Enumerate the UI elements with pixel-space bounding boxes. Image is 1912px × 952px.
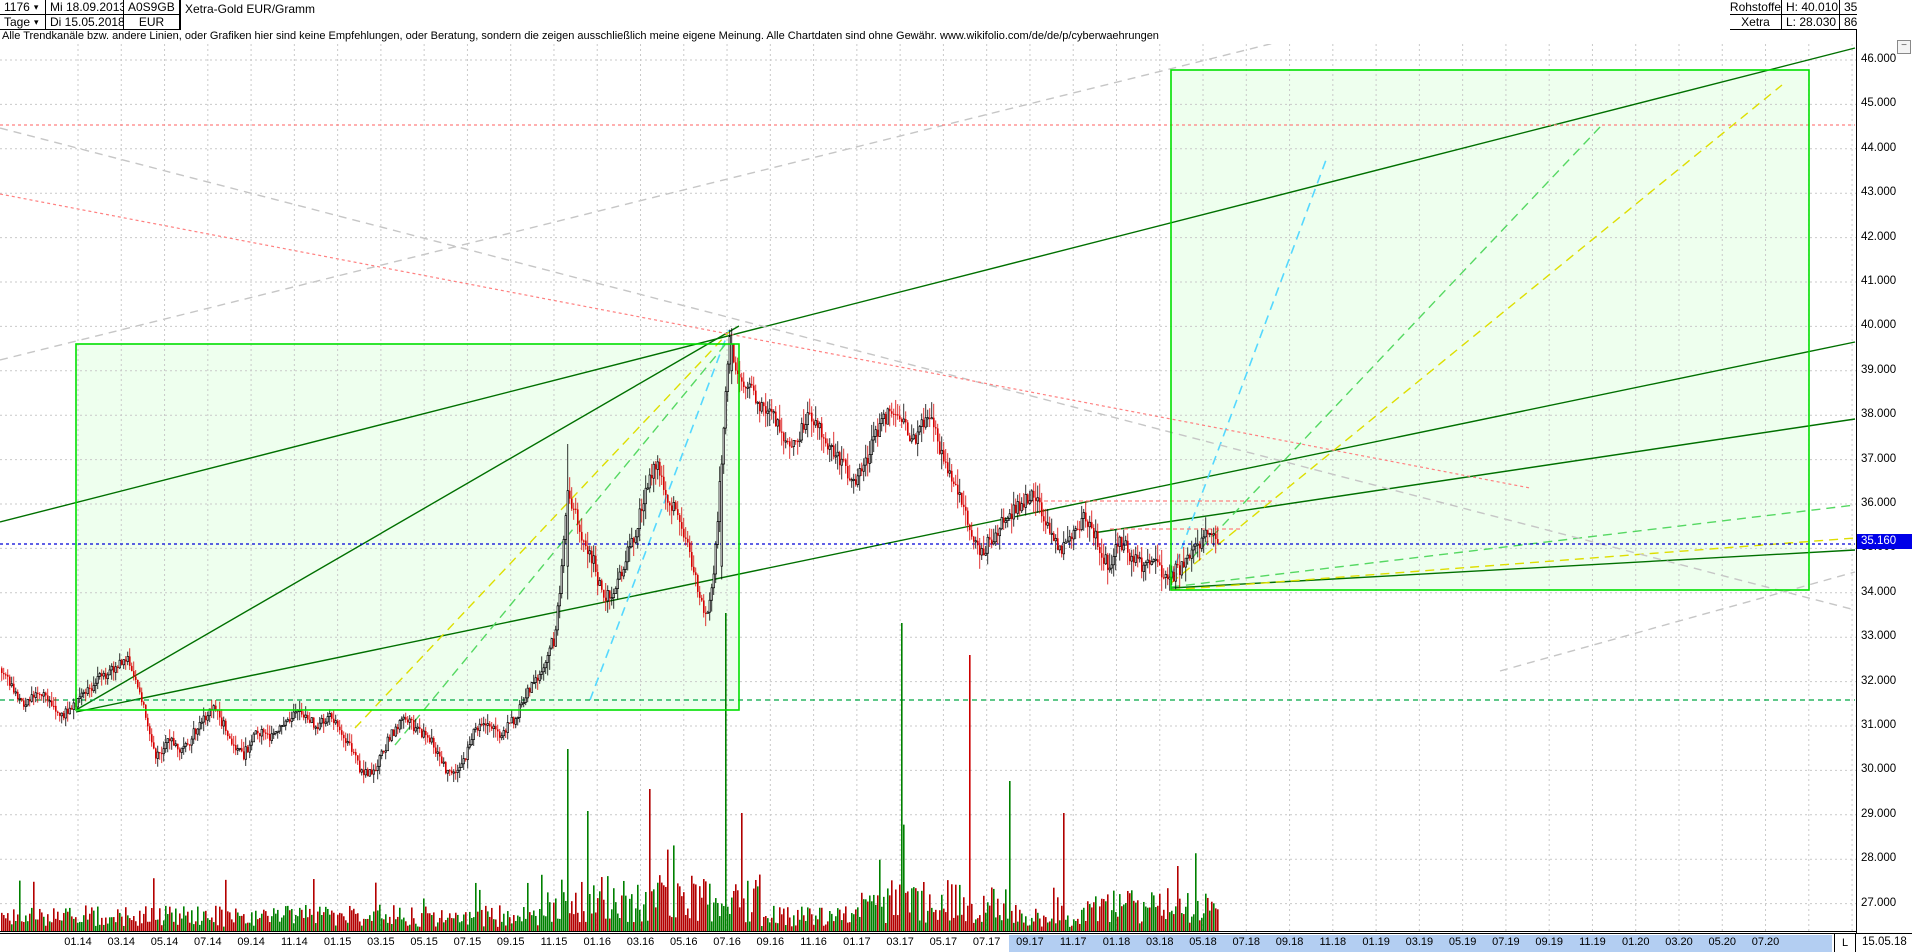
x-axis-label: 11.18 [1319,936,1346,948]
x-axis-label: 11.15 [541,936,568,948]
x-axis-label: 01.19 [1362,936,1390,948]
x-axis-label: 09.14 [237,936,265,948]
y-axis-label: 30.000 [1861,763,1896,775]
x-axis-label: 07.16 [713,936,741,948]
x-axis-label: 01.17 [843,936,871,948]
x-axis-label: 05.15 [410,936,438,948]
x-axis-label: 05.18 [1189,936,1217,948]
plot-area[interactable] [0,0,1856,931]
x-axis-label: 09.19 [1535,936,1563,948]
y-axis-label: 36.000 [1861,497,1896,509]
price-chart-canvas[interactable] [0,0,1912,952]
x-axis-label: 05.14 [151,936,179,948]
x-axis-label: 05.17 [930,936,958,948]
last-date-label: 15.05.18 [1862,936,1907,948]
y-axis-label: 34.000 [1861,586,1896,598]
x-axis-label: 03.18 [1146,936,1174,948]
x-axis-label: 01.15 [324,936,352,948]
y-axis-label: 33.000 [1861,630,1896,642]
y-axis-label: 27.000 [1861,897,1896,909]
x-axis-label: 05.16 [670,936,698,948]
y-axis-label: 37.000 [1861,453,1896,465]
x-axis-line [0,931,1856,932]
price-axis[interactable]: 46.000 45.000 44.000 43.000 42.000 41.000 40.0… [1857,0,1912,933]
x-axis-label: 09.18 [1276,936,1304,948]
x-axis-label: 03.20 [1665,936,1693,948]
x-axis-label: 07.18 [1233,936,1261,948]
x-axis-label: 11.19 [1579,936,1606,948]
y-axis-label: 43.000 [1861,186,1896,198]
y-axis-label: 31.000 [1861,719,1896,731]
x-axis-label: 07.20 [1752,936,1780,948]
x-axis-label: 07.17 [973,936,1001,948]
y-axis-label: 44.000 [1861,142,1896,154]
taipan-chart-window: 1176 ▾ Mi 18.09.2013 A0S9GB Xetra-Gold E… [0,0,1912,952]
x-axis-label: 05.20 [1708,936,1736,948]
x-axis-label: 01.16 [583,936,611,948]
x-axis-label: 11.16 [800,936,827,948]
date-axis[interactable]: 01.14 03.14 05.14 07.14 09.14 11.14 01.15 03.15… [0,933,1912,952]
x-axis-label: 11.14 [281,936,308,948]
x-axis-label: 01.14 [64,936,92,948]
y-axis-label: 38.000 [1861,408,1896,420]
x-axis-label: 07.14 [194,936,222,948]
x-axis-label: 03.14 [108,936,136,948]
y-axis-label: 46.000 [1861,53,1896,65]
x-axis-label: 01.20 [1622,936,1650,948]
x-axis-label: 03.15 [367,936,395,948]
y-axis-label: 32.000 [1861,675,1896,687]
x-axis-label: 07.19 [1492,936,1520,948]
x-axis-label: 09.15 [497,936,525,948]
trend-channel-box-fill [1171,70,1809,590]
y-axis-label: 28.000 [1861,852,1896,864]
y-axis-label: 40.000 [1861,319,1896,331]
range-end-marker[interactable]: L [1834,934,1856,952]
collapse-icon[interactable]: − [1897,40,1911,54]
x-axis-label: 07.15 [454,936,482,948]
last-price-tag: 35.160 [1857,534,1912,549]
x-axis-label: 03.17 [886,936,914,948]
x-axis-label: 03.16 [627,936,655,948]
x-axis-label: 09.16 [757,936,785,948]
y-axis-label: 39.000 [1861,364,1896,376]
x-axis-label: 01.18 [1103,936,1131,948]
x-axis-label: 03.19 [1406,936,1434,948]
x-axis-label: 11.17 [1060,936,1087,948]
y-axis-label: 42.000 [1861,231,1896,243]
x-axis-label: 05.19 [1449,936,1477,948]
y-axis-label: 29.000 [1861,808,1896,820]
x-axis-label: 09.17 [1016,936,1044,948]
y-axis-label: 41.000 [1861,275,1896,287]
y-axis-label: 45.000 [1861,97,1896,109]
